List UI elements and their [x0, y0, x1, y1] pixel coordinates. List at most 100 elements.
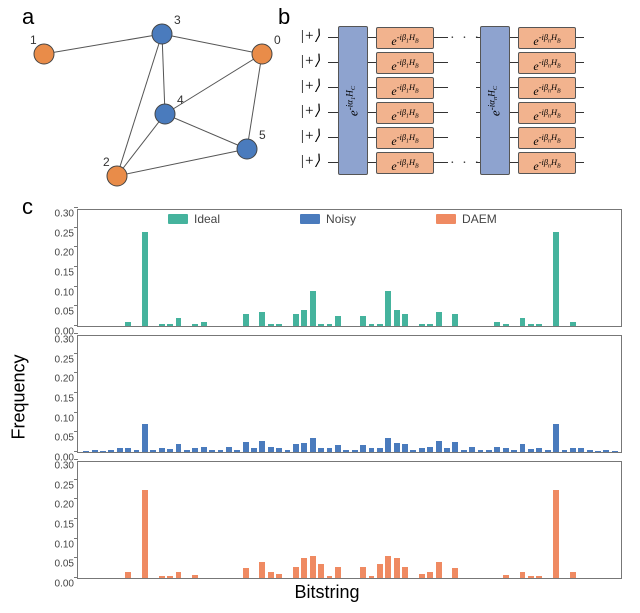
- bar: [486, 450, 492, 452]
- graph-node: [155, 104, 175, 124]
- bar: [469, 447, 475, 452]
- bar: [369, 324, 375, 326]
- bar: [159, 576, 165, 578]
- wire: [328, 137, 338, 138]
- bar: [419, 448, 425, 452]
- y-tick: 0.15: [44, 394, 74, 405]
- panel-c: c Frequency Bitstring 0.000.050.100.150.…: [22, 194, 632, 599]
- y-tick-mark: [74, 246, 78, 247]
- bar: [259, 312, 265, 326]
- subplot-daem: 0.000.050.100.150.200.250.30: [77, 461, 622, 579]
- bar: [243, 314, 249, 326]
- bar: [578, 448, 584, 452]
- bar: [92, 450, 98, 452]
- y-tick-mark: [74, 266, 78, 267]
- bar: [159, 324, 165, 326]
- graph-edge: [117, 114, 165, 176]
- bar: [377, 448, 383, 452]
- y-tick-mark: [74, 392, 78, 393]
- y-tick: 0.25: [44, 354, 74, 365]
- bar: [587, 450, 593, 452]
- legend-item: Noisy: [300, 212, 356, 226]
- panel-b: b |+⟩e-iβ1HBe-iβnHB|+⟩e-iβ1HBe-iβnHB|+⟩e…: [278, 4, 628, 194]
- subplot-noisy: 0.000.050.100.150.200.250.30: [77, 335, 622, 453]
- bar: [461, 450, 467, 452]
- bar: [528, 449, 534, 452]
- bar: [360, 316, 366, 326]
- ket-label: |+⟩: [300, 51, 326, 70]
- cost-gate-n-label: e-iαnHC: [486, 85, 503, 115]
- graph-diagram: 012345: [22, 14, 282, 194]
- bar: [436, 441, 442, 452]
- bar: [419, 324, 425, 326]
- bar: [494, 322, 500, 326]
- x-axis-label: Bitstring: [294, 582, 359, 603]
- y-tick: 0.30: [44, 461, 74, 472]
- mixer-gate: e-iβnHB: [518, 102, 576, 124]
- graph-node: [34, 44, 54, 64]
- bar: [343, 450, 349, 452]
- panel-c-label: c: [22, 194, 33, 220]
- wire: [328, 162, 338, 163]
- y-tick: 0.10: [44, 539, 74, 550]
- bar: [335, 445, 341, 452]
- bar: [528, 576, 534, 578]
- bar: [503, 448, 509, 452]
- bar: [192, 575, 198, 578]
- bar: [444, 448, 450, 452]
- subplot-ideal: 0.000.050.100.150.200.250.30IdealNoisyDA…: [77, 209, 622, 327]
- bar: [402, 444, 408, 452]
- mixer-gate: e-iβnHB: [518, 127, 576, 149]
- bar: [352, 450, 358, 452]
- bar: [293, 567, 299, 578]
- cost-gate-1-label: e-iα1HC: [344, 85, 361, 115]
- y-tick-mark: [74, 538, 78, 539]
- bar: [301, 443, 307, 452]
- bar: [436, 312, 442, 326]
- bar: [494, 447, 500, 452]
- ket-label: |+⟩: [300, 101, 326, 120]
- bar: [385, 291, 391, 326]
- mixer-gate: e-iβnHB: [518, 27, 576, 49]
- bar: [276, 448, 282, 452]
- ellipsis: · · ·: [450, 31, 481, 47]
- y-tick-mark: [74, 431, 78, 432]
- y-tick: 0.15: [44, 520, 74, 531]
- mixer-gate: e-iβ1HB: [376, 127, 434, 149]
- bar: [452, 568, 458, 578]
- bar: [276, 574, 282, 578]
- bar: [570, 448, 576, 452]
- wire: [432, 112, 448, 113]
- graph-edge: [44, 34, 162, 54]
- mixer-gate: e-iβnHB: [518, 77, 576, 99]
- bar: [176, 318, 182, 326]
- legend-label: Noisy: [326, 212, 356, 226]
- graph-node: [237, 139, 257, 159]
- bar: [385, 438, 391, 452]
- bar: [293, 314, 299, 326]
- y-tick: 0.20: [44, 500, 74, 511]
- bar: [301, 558, 307, 578]
- mixer-gate: e-iβ1HB: [376, 52, 434, 74]
- bar: [117, 448, 123, 452]
- wire: [432, 162, 448, 163]
- bar: [134, 450, 140, 452]
- y-tick-mark: [74, 451, 78, 452]
- bar: [192, 324, 198, 326]
- bar: [243, 568, 249, 578]
- wire: [432, 62, 448, 63]
- bar: [402, 314, 408, 326]
- y-tick-mark: [74, 207, 78, 208]
- legend-swatch: [436, 214, 456, 224]
- bar: [528, 324, 534, 326]
- bar: [310, 438, 316, 452]
- bar: [167, 449, 173, 452]
- bar: [369, 576, 375, 578]
- bar: [285, 450, 291, 452]
- wire: [432, 137, 448, 138]
- bar: [125, 572, 131, 578]
- bar: [83, 451, 89, 452]
- figure-root: a 012345 b |+⟩e-iβ1HBe-iβnHB|+⟩e-iβ1HBe-…: [0, 0, 640, 613]
- y-tick: 0.15: [44, 268, 74, 279]
- legend: IdealNoisyDAEM: [168, 212, 497, 226]
